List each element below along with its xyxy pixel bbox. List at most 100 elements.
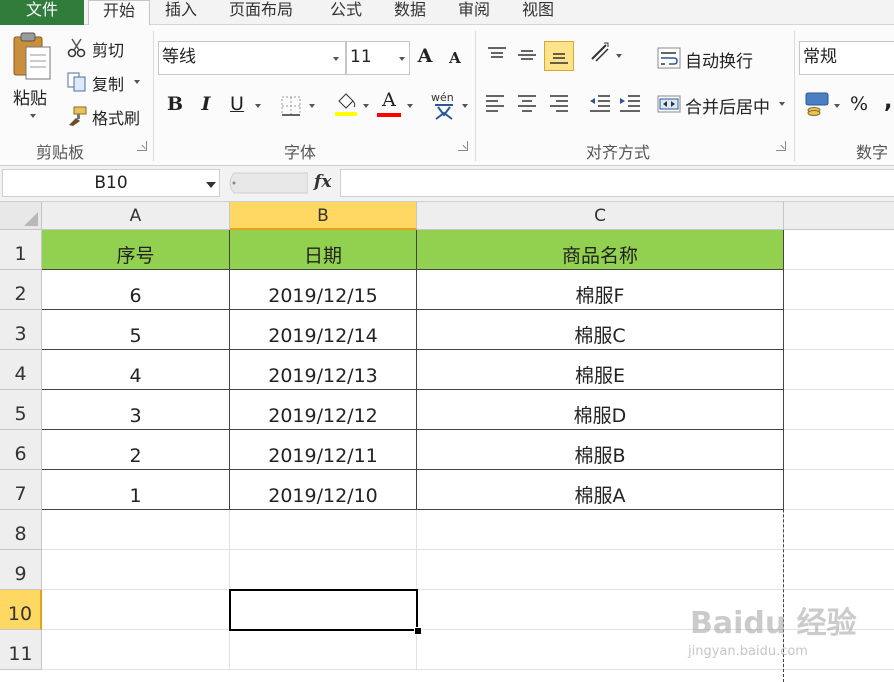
tab-home[interactable]: 开始 [88, 0, 150, 25]
empty-cell[interactable] [784, 350, 894, 390]
tab-page-layout[interactable]: 页面布局 [229, 0, 293, 24]
tab-file[interactable]: 文件 [0, 0, 84, 25]
orientation-icon[interactable] [588, 41, 614, 65]
align-center-icon[interactable] [516, 93, 538, 113]
empty-cell[interactable] [784, 310, 894, 350]
paste-button[interactable]: 粘贴 [13, 84, 47, 109]
table-cell[interactable]: 棉服B [417, 430, 784, 470]
row-header[interactable]: 2 [0, 270, 42, 310]
tab-view[interactable]: 视图 [522, 0, 554, 24]
percent-style-button[interactable]: % [850, 93, 868, 115]
row-header[interactable]: 8 [0, 510, 42, 550]
empty-cell[interactable] [230, 510, 417, 550]
shrink-font-button[interactable]: A [444, 49, 466, 67]
table-cell[interactable]: 棉服F [417, 270, 784, 310]
copy-dropdown-icon[interactable] [134, 80, 140, 84]
empty-cell[interactable] [42, 550, 230, 590]
grow-font-button[interactable]: A [414, 45, 436, 67]
empty-cell[interactable] [784, 470, 894, 510]
empty-cell[interactable] [784, 230, 894, 270]
merge-center-button[interactable]: 合并后居中 [685, 93, 770, 118]
orientation-dropdown-icon[interactable] [616, 54, 622, 58]
empty-cell[interactable] [784, 270, 894, 310]
empty-cell[interactable] [417, 510, 784, 550]
name-box[interactable]: B10 [2, 169, 220, 197]
align-top-icon[interactable] [486, 45, 508, 65]
font-name-select[interactable]: 等线 [158, 41, 346, 75]
tab-data[interactable]: 数据 [394, 0, 426, 24]
cut-button[interactable]: 剪切 [92, 37, 124, 61]
underline-dropdown-icon[interactable] [255, 104, 261, 108]
bold-button[interactable]: B [164, 93, 186, 115]
phonetic-dropdown-icon[interactable] [462, 104, 468, 108]
column-header-b[interactable]: B [230, 202, 417, 230]
font-size-select[interactable]: 11 [346, 41, 410, 75]
format-painter-button[interactable]: 格式刷 [92, 105, 140, 129]
table-header-cell[interactable]: 商品名称 [417, 230, 784, 270]
empty-cell[interactable] [230, 550, 417, 590]
table-header-cell[interactable]: 日期 [230, 230, 417, 270]
row-header[interactable]: 4 [0, 350, 42, 390]
merge-center-dropdown-icon[interactable] [779, 102, 785, 106]
column-header-c[interactable]: C [417, 202, 784, 230]
currency-dropdown-icon[interactable] [834, 104, 840, 108]
border-icon[interactable] [280, 95, 302, 117]
wrap-text-button[interactable]: 自动换行 [685, 47, 753, 72]
increase-indent-icon[interactable] [618, 93, 642, 113]
align-left-icon[interactable] [484, 93, 506, 113]
table-cell[interactable]: 棉服C [417, 310, 784, 350]
fill-color-icon[interactable] [334, 91, 358, 117]
decrease-indent-icon[interactable] [588, 93, 612, 113]
select-all-button[interactable] [0, 202, 42, 230]
column-header-a[interactable]: A [42, 202, 230, 230]
copy-button[interactable]: 复制 [92, 71, 124, 95]
table-cell[interactable]: 2019/12/13 [230, 350, 417, 390]
table-cell[interactable]: 2019/12/12 [230, 390, 417, 430]
table-cell[interactable]: 3 [42, 390, 230, 430]
underline-button[interactable]: U [226, 93, 248, 115]
empty-cell[interactable] [784, 430, 894, 470]
currency-format-icon[interactable] [804, 91, 832, 117]
formula-input[interactable] [340, 169, 894, 197]
paste-icon[interactable] [10, 31, 56, 83]
fill-color-dropdown-icon[interactable] [363, 104, 369, 108]
row-header[interactable]: 10 [0, 590, 42, 630]
comma-style-button[interactable]: , [884, 89, 892, 114]
table-cell[interactable]: 2019/12/14 [230, 310, 417, 350]
align-bottom-button[interactable] [544, 41, 574, 71]
table-cell[interactable]: 2019/12/11 [230, 430, 417, 470]
empty-cell[interactable] [42, 510, 230, 550]
italic-button[interactable]: I [195, 93, 217, 115]
paste-dropdown-icon[interactable] [30, 114, 36, 118]
insert-function-button[interactable]: fx [314, 172, 331, 192]
table-cell[interactable]: 1 [42, 470, 230, 510]
table-header-cell[interactable]: 序号 [42, 230, 230, 270]
table-cell[interactable]: 5 [42, 310, 230, 350]
table-cell[interactable]: 4 [42, 350, 230, 390]
row-header[interactable]: 5 [0, 390, 42, 430]
clipboard-launcher-icon[interactable] [137, 141, 147, 151]
row-header[interactable]: 3 [0, 310, 42, 350]
row-header[interactable]: 7 [0, 470, 42, 510]
border-dropdown-icon[interactable] [309, 104, 315, 108]
align-middle-icon[interactable] [516, 45, 538, 65]
empty-cell[interactable] [784, 390, 894, 430]
empty-cell[interactable] [417, 550, 784, 590]
font-color-dropdown-icon[interactable] [407, 104, 413, 108]
row-header[interactable]: 1 [0, 230, 42, 270]
empty-cell[interactable] [42, 630, 230, 670]
table-cell[interactable]: 棉服A [417, 470, 784, 510]
empty-cell[interactable] [230, 630, 417, 670]
name-box-dropdown-icon[interactable] [206, 182, 216, 188]
phonetic-guide-icon[interactable] [432, 101, 456, 121]
row-header[interactable]: 11 [0, 630, 42, 670]
column-header-d[interactable] [784, 202, 894, 230]
empty-cell[interactable] [42, 590, 230, 630]
tab-insert[interactable]: 插入 [165, 0, 197, 24]
tab-formulas[interactable]: 公式 [330, 0, 362, 24]
font-color-button[interactable]: A [378, 89, 400, 111]
empty-cell[interactable] [784, 550, 894, 590]
alignment-launcher-icon[interactable] [776, 141, 786, 151]
formula-bar-splitter[interactable] [224, 171, 309, 195]
empty-cell[interactable] [784, 510, 894, 550]
